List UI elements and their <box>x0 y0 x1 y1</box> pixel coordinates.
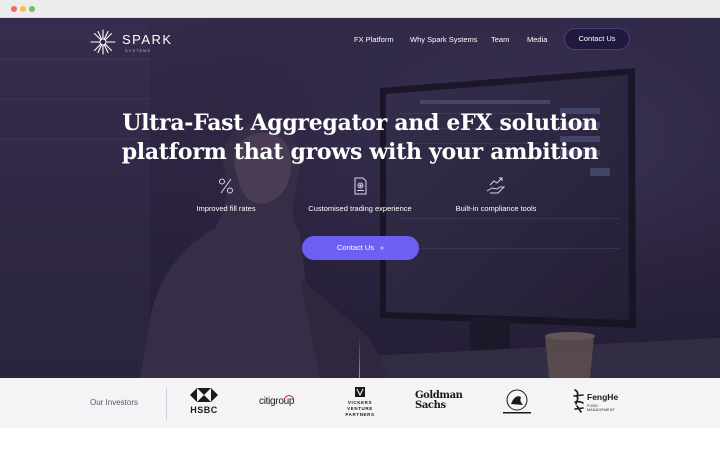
spark-star-icon <box>90 29 116 55</box>
fenghe-subtitle: FUND MANAGEMENT <box>587 404 616 412</box>
feature-label-fill-rates: Improved fill rates <box>196 204 256 213</box>
hand-chart-icon <box>486 177 506 194</box>
goldman-sachs-logo: Goldman Sachs <box>415 391 463 411</box>
nav-item-why-spark[interactable]: Why Spark Systems <box>410 35 478 44</box>
fenghe-logo: FengHe FUND MANAGEMENT <box>572 388 622 422</box>
hero-contact-label: Contact Us <box>336 243 375 252</box>
hero-headline-line2: platform that grows with your ambition <box>121 139 599 165</box>
hero-contact-button[interactable]: Contact Us » <box>302 236 419 260</box>
investors-band: Our Investors HSBC citigroup VICKERS VEN… <box>0 378 720 428</box>
emblem-investor-logo <box>497 388 537 422</box>
spark-logo[interactable]: SPARK SYSTEMS <box>90 28 180 56</box>
vickers-v-icon <box>355 387 365 397</box>
feature-label-compliance: Built-in compliance tools <box>455 204 537 213</box>
chevron-double-right-icon: » <box>380 245 384 252</box>
nav-contact-button[interactable]: Contact Us <box>564 28 630 50</box>
fenghe-calligraphy-icon <box>573 389 584 413</box>
page-below-fold <box>0 428 720 452</box>
hero-section: SPARK SYSTEMS FX Platform Why Spark Syst… <box>0 18 720 378</box>
nav-item-fx-platform[interactable]: FX Platform <box>354 35 394 44</box>
citigroup-logo: citigroup <box>259 395 294 407</box>
nav-item-team[interactable]: Team <box>491 35 509 44</box>
hsbc-hexagon-icon <box>190 388 218 402</box>
vickers-logo: VICKERS VENTURE PARTNERS <box>340 387 380 421</box>
hero-headline: Ultra-Fast Aggregator and eFX solution p… <box>120 109 600 167</box>
feature-label-customised: Customised trading experience <box>308 204 412 213</box>
hsbc-wordmark: HSBC <box>190 405 218 415</box>
percent-icon <box>219 178 233 194</box>
window-close-dot[interactable] <box>11 6 17 12</box>
emblem-icon <box>503 389 531 414</box>
window-maximize-dot[interactable] <box>29 6 35 12</box>
browser-chrome <box>0 0 720 18</box>
vickers-wordmark: VICKERS VENTURE PARTNERS <box>340 400 380 418</box>
citi-arc-icon <box>283 395 295 400</box>
vickers-line-3: PARTNERS <box>345 412 375 417</box>
brand-tagline: SYSTEMS <box>125 48 152 53</box>
window-minimize-dot[interactable] <box>20 6 26 12</box>
goldman-sachs-line-2: Sachs <box>415 400 446 411</box>
investors-divider <box>166 388 167 420</box>
fenghe-wordmark: FengHe <box>587 392 619 402</box>
hero-overlay <box>0 18 720 378</box>
investors-label: Our Investors <box>90 398 139 407</box>
scroll-indicator-line <box>359 336 360 378</box>
brand-name: SPARK <box>122 32 173 47</box>
nav-item-media[interactable]: Media <box>527 35 547 44</box>
hero-headline-line1: Ultra-Fast Aggregator and eFX solution <box>122 110 598 136</box>
document-settings-icon <box>354 177 367 195</box>
hsbc-logo: HSBC <box>188 388 220 418</box>
